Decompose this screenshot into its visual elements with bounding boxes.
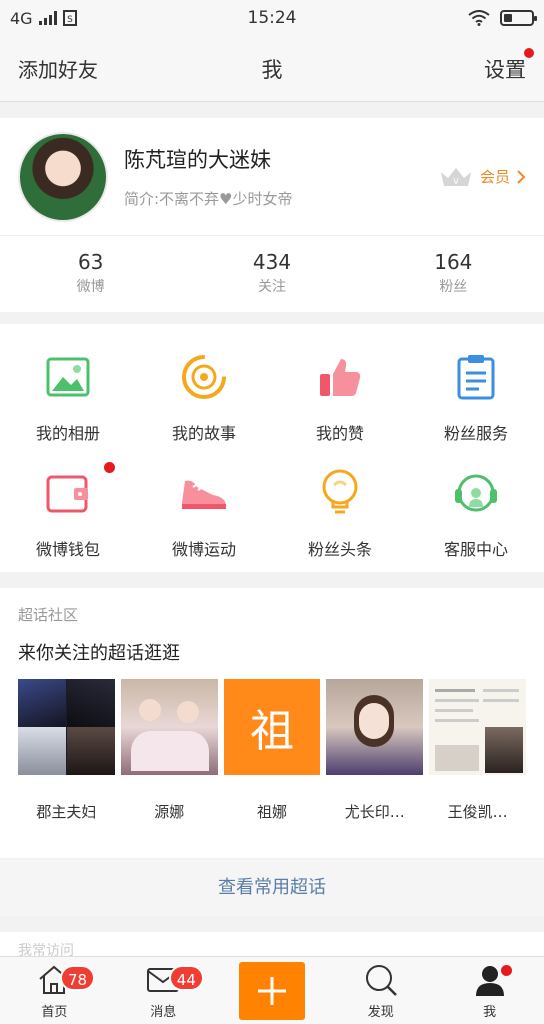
- headset-icon: [451, 468, 501, 518]
- svg-text:S: S: [67, 15, 73, 25]
- profile-header[interactable]: 陈芃瑄的大迷妹 简介:不离不弃♥少时女帝 V 会员: [0, 118, 544, 236]
- status-bar: 4G S 15:24: [0, 0, 544, 36]
- discover-search-icon: [365, 965, 397, 996]
- notification-dot: [524, 47, 534, 58]
- status-time: 15:24: [247, 8, 297, 28]
- grid-item-likes[interactable]: 我的赞: [272, 332, 408, 448]
- clipboard-icon: [451, 352, 501, 402]
- thumb-glyph: 祖: [249, 706, 294, 757]
- battery-icon: [500, 10, 537, 26]
- sneaker-icon: [179, 468, 229, 518]
- tab-label: 首页: [41, 1005, 68, 1020]
- unread-badge: 78: [60, 965, 96, 991]
- page-title: 我: [261, 57, 283, 82]
- stat-value: 164: [434, 250, 473, 274]
- grid-item-support[interactable]: 客服中心: [408, 448, 544, 564]
- tab-messages[interactable]: 44 消息: [109, 957, 218, 1024]
- grid-item-sports[interactable]: 微博运动: [136, 448, 272, 564]
- grid-item-label: 粉丝头条: [307, 540, 372, 559]
- profile-stats: 63 微博 434 关注 164 粉丝: [0, 236, 544, 311]
- super-topic-thumb[interactable]: [120, 679, 218, 775]
- vip-label: 会员: [479, 168, 510, 186]
- grid-item-story[interactable]: 我的故事: [136, 332, 272, 448]
- section-peek-title: 我常访问: [0, 932, 544, 956]
- chevron-right-icon: [517, 169, 526, 184]
- super-topic-section: 超话社区 来你关注的超话逛逛 祖 郡主夫妇 源娜 祖娜 尤长印… 王俊凯…: [0, 588, 544, 858]
- top-nav-bar: 添加好友 我 设置: [0, 36, 544, 102]
- super-topic-name[interactable]: 尤长印…: [326, 801, 423, 822]
- grid-item-fan-service[interactable]: 粉丝服务: [408, 332, 544, 448]
- tab-home[interactable]: 78 首页: [0, 957, 109, 1024]
- stat-label: 粉丝: [439, 279, 468, 295]
- unread-badge: 44: [168, 965, 204, 991]
- photo-album-icon: [43, 352, 93, 402]
- grid-item-fan-headline[interactable]: 粉丝头条: [272, 448, 408, 564]
- signal-icon: [38, 11, 57, 25]
- avatar[interactable]: [18, 131, 108, 222]
- super-topic-name[interactable]: 王俊凯…: [429, 801, 526, 822]
- stat-followers[interactable]: 164 粉丝: [363, 236, 544, 311]
- section-title[interactable]: 超话社区: [0, 588, 544, 625]
- vip-button[interactable]: V 会员: [438, 165, 526, 189]
- tab-label: 发现: [367, 1005, 394, 1020]
- profile-name: 陈芃瑄的大迷妹: [124, 148, 271, 172]
- stat-value: 63: [77, 250, 104, 274]
- grid-item-label: 客服中心: [443, 540, 508, 559]
- stat-weibo[interactable]: 63 微博: [0, 236, 181, 311]
- grid-item-album[interactable]: 我的相册: [0, 332, 136, 448]
- bottom-tab-bar: 78 首页 44 消息 发现 我: [0, 956, 544, 1024]
- super-topic-thumbnails: 祖: [0, 665, 544, 775]
- thumbs-up-icon: [315, 352, 365, 402]
- story-icon: [179, 352, 229, 402]
- network-type: 4G: [10, 8, 33, 28]
- stat-label: 关注: [257, 279, 286, 295]
- tab-compose[interactable]: [218, 957, 327, 1024]
- super-topic-thumb[interactable]: [429, 679, 526, 775]
- compose-plus-icon: [238, 962, 305, 1020]
- notification-dot: [501, 965, 513, 976]
- grid-item-label: 我的相册: [35, 424, 100, 443]
- grid-item-label: 微博钱包: [35, 540, 100, 559]
- super-topic-thumb[interactable]: 祖: [223, 679, 321, 775]
- lightbulb-icon: [315, 468, 365, 518]
- tab-label: 消息: [150, 1005, 177, 1020]
- profile-bio: 简介:不离不弃♥少时女帝: [124, 190, 293, 208]
- crown-icon: V: [440, 167, 471, 186]
- wifi-icon: [468, 10, 490, 26]
- sim-icon: S: [62, 10, 77, 26]
- grid-item-label: 我的赞: [315, 424, 364, 443]
- section-subtitle: 来你关注的超话逛逛: [18, 643, 180, 664]
- grid-item-label: 我的故事: [171, 424, 236, 443]
- tab-me[interactable]: 我: [435, 957, 544, 1024]
- super-topic-name[interactable]: 源娜: [121, 801, 218, 822]
- grid-item-label: 微博运动: [171, 540, 236, 559]
- super-topic-thumb[interactable]: [18, 679, 115, 775]
- grid-item-label: 粉丝服务: [443, 424, 508, 443]
- super-topic-name[interactable]: 祖娜: [224, 801, 321, 822]
- notification-dot: [104, 462, 115, 473]
- tab-discover[interactable]: 发现: [326, 957, 435, 1024]
- stat-value: 434: [252, 250, 292, 274]
- add-friends-button[interactable]: 添加好友: [18, 54, 178, 83]
- wallet-icon: [43, 468, 93, 518]
- view-common-topics-button[interactable]: 查看常用超话: [0, 860, 544, 916]
- super-topic-name[interactable]: 郡主夫妇: [18, 801, 115, 822]
- super-topic-names: 郡主夫妇 源娜 祖娜 尤长印… 王俊凯…: [0, 775, 544, 822]
- profile-card: 陈芃瑄的大迷妹 简介:不离不弃♥少时女帝 V 会员 63 微博 434 关注 1…: [0, 118, 544, 312]
- tab-label: 我: [483, 1005, 497, 1020]
- stat-following[interactable]: 434 关注: [181, 236, 362, 311]
- settings-label: 设置: [484, 57, 526, 82]
- svg-text:V: V: [453, 177, 459, 186]
- super-topic-thumb[interactable]: [326, 679, 424, 775]
- grid-item-wallet[interactable]: 微博钱包: [0, 448, 136, 564]
- settings-button[interactable]: 设置: [366, 47, 534, 84]
- stat-label: 微博: [76, 279, 105, 295]
- feature-grid: 我的相册 我的故事 我的赞 粉丝服务 微博钱包 微博运动 粉丝头条 客服中心: [0, 324, 544, 572]
